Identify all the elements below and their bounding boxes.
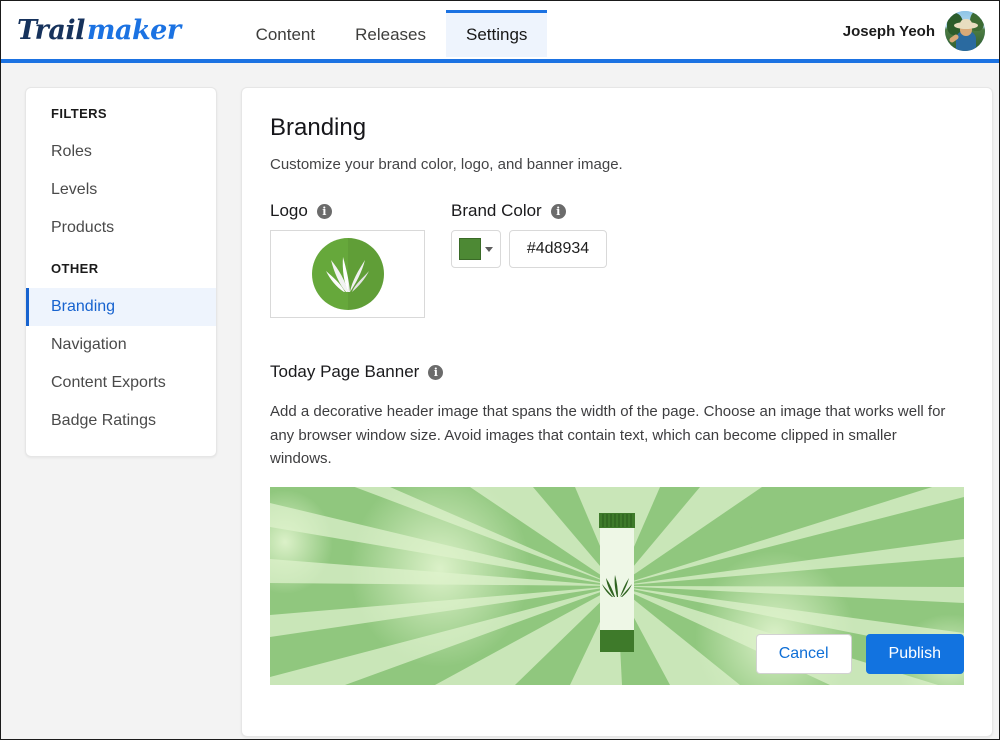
settings-sidebar: FILTERS Roles Levels Products OTHER Bran… [25,87,217,457]
banner-label-row: Today Page Banner i [270,362,964,382]
sidebar-group-filters: FILTERS [51,106,107,121]
logo-label-row: Logo i [270,201,425,221]
tab-settings[interactable]: Settings [445,10,548,57]
user-menu[interactable]: Joseph Yeoh [843,11,985,51]
info-icon[interactable]: i [316,203,332,219]
color-swatch-button[interactable] [451,230,501,268]
logo-and-color-row: Logo i Brand Color i #4d8934 [270,201,964,318]
app-window: Trail maker Content Releases Settings Jos… [0,0,1000,740]
page-subtitle: Customize your brand color, logo, and ba… [270,156,623,173]
logo-text-maker: maker [86,14,181,46]
brand-color-label: Brand Color [451,201,542,220]
sidebar-item-products[interactable]: Products [26,209,216,247]
brand-color-controls [451,230,607,268]
grass-logo-icon [311,238,384,310]
sidebar-item-levels[interactable]: Levels [26,171,216,209]
page-title: Branding [270,114,367,141]
page-body: FILTERS Roles Levels Products OTHER Bran… [1,63,999,737]
publish-button[interactable]: Publish [865,634,964,674]
brand-color-field: Brand Color i [451,201,607,268]
info-icon[interactable]: i [428,364,444,380]
sidebar-item-navigation[interactable]: Navigation [26,326,216,364]
sidebar-item-roles[interactable]: Roles [26,133,216,171]
form-actions: Cancel Publish [755,634,964,674]
user-name-label: Joseph Yeoh [842,22,935,40]
sidebar-group-other: OTHER [51,261,99,276]
branding-panel: Branding Customize your brand color, log… [241,87,993,737]
brand-color-label-row: Brand Color i [451,201,607,221]
color-swatch [459,238,481,260]
sidebar-item-content-exports[interactable]: Content Exports [26,364,216,402]
logo-preview-box[interactable] [270,230,425,318]
sidebar-item-branding[interactable]: Branding [26,288,216,326]
banner-description: Add a decorative header image that spans… [270,403,946,468]
app-header: Trail maker Content Releases Settings Jos… [1,1,999,63]
trailmaker-logo[interactable]: Trail maker [17,17,181,44]
chevron-down-icon [485,246,493,252]
avatar[interactable] [945,11,985,51]
logo-label: Logo [270,201,308,220]
main-nav: Content Releases Settings [236,1,548,61]
sidebar-item-badge-ratings[interactable]: Badge Ratings [26,402,216,440]
logo-field: Logo i [270,201,425,318]
tab-releases[interactable]: Releases [335,10,446,57]
brand-color-hex-input[interactable] [509,230,607,268]
cancel-button[interactable]: Cancel [755,634,852,674]
tab-content[interactable]: Content [236,10,336,57]
banner-label: Today Page Banner [270,362,420,381]
logo-text-trail: Trail [17,14,85,46]
info-icon[interactable]: i [550,203,566,219]
